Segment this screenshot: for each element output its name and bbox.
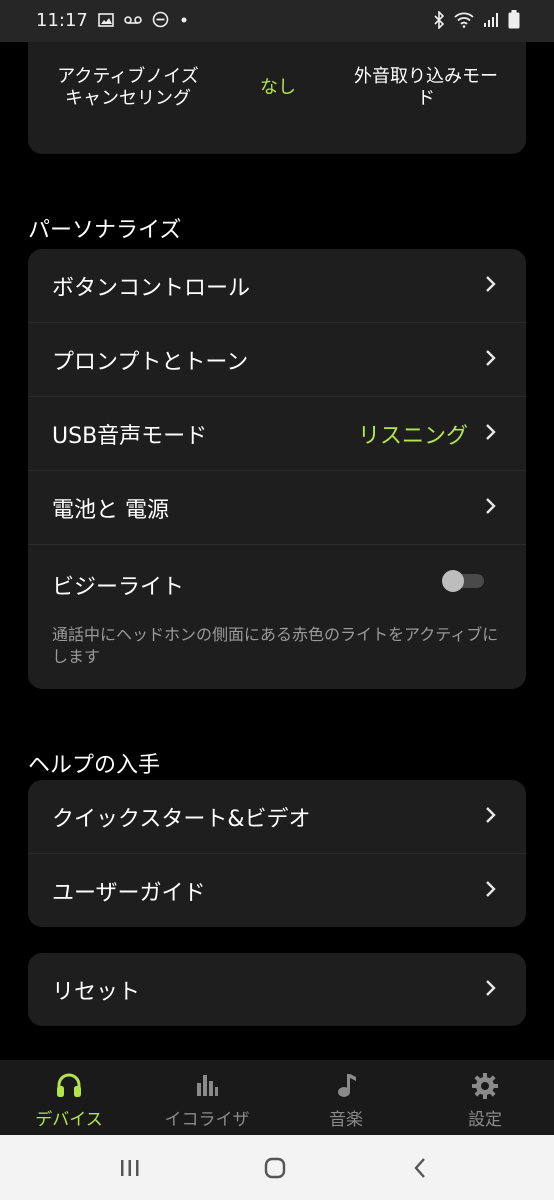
busy-light-description: 通話中にヘッドホンの側面にある赤色のライトをアクティブにします bbox=[52, 625, 499, 666]
tab-label: 設定 bbox=[468, 1110, 502, 1130]
home-button[interactable] bbox=[255, 1153, 295, 1183]
chevron-right-icon bbox=[484, 806, 496, 828]
chevron-right-icon bbox=[484, 880, 496, 902]
back-icon bbox=[414, 1158, 425, 1178]
chevron-right-icon bbox=[484, 497, 496, 519]
help-card: クイックスタート&ビデオ ユーザーガイド bbox=[28, 780, 526, 927]
button-control-row[interactable]: ボタンコントロール bbox=[28, 249, 526, 323]
personalize-card: ボタンコントロール プロンプトとトーン USB音声モード リスニング 電池と 電… bbox=[28, 249, 526, 689]
tab-label: デバイス bbox=[35, 1110, 103, 1130]
anc-option-label-line2: キャンセリング bbox=[65, 88, 191, 109]
row-label: リセット bbox=[52, 979, 141, 1005]
dot-icon bbox=[179, 15, 189, 25]
personalize-section-title: パーソナライズ bbox=[28, 218, 182, 243]
ambient-mode-label-line2: ド bbox=[417, 88, 435, 109]
battery-icon bbox=[508, 10, 520, 29]
tab-equalizer[interactable]: イコライザ bbox=[138, 1060, 276, 1135]
tab-music[interactable]: 音楽 bbox=[277, 1060, 415, 1135]
image-icon bbox=[98, 12, 114, 28]
home-icon bbox=[264, 1157, 286, 1179]
usb-audio-mode-value: リスニング bbox=[357, 423, 468, 449]
row-label: ボタンコントロール bbox=[52, 275, 251, 301]
battery-power-row[interactable]: 電池と 電源 bbox=[28, 471, 526, 545]
ambient-mode-option-button[interactable]: 外音取り込みモー ド bbox=[346, 66, 506, 110]
voicemail-icon bbox=[124, 13, 142, 27]
row-label: ユーザーガイド bbox=[52, 880, 206, 906]
music-note-icon bbox=[277, 1072, 415, 1098]
busy-light-toggle[interactable] bbox=[442, 570, 486, 592]
recent-apps-icon bbox=[121, 1160, 139, 1176]
chevron-right-icon bbox=[484, 979, 496, 1001]
gear-icon bbox=[416, 1072, 554, 1100]
prompts-tones-row[interactable]: プロンプトとトーン bbox=[28, 323, 526, 397]
quick-start-video-row[interactable]: クイックスタート&ビデオ bbox=[28, 780, 526, 854]
status-time: 11:17 bbox=[36, 10, 88, 31]
tab-label: 音楽 bbox=[329, 1110, 363, 1130]
reset-card: リセット bbox=[28, 953, 526, 1026]
user-guide-row[interactable]: ユーザーガイド bbox=[28, 854, 526, 927]
tab-device[interactable]: デバイス bbox=[0, 1060, 138, 1135]
back-button[interactable] bbox=[400, 1153, 440, 1183]
signal-icon bbox=[483, 12, 499, 28]
help-section-title: ヘルプの入手 bbox=[28, 753, 161, 778]
anc-option-label-line1: アクティブノイズ bbox=[57, 66, 199, 87]
anc-mode-card: アクティブノイズ キャンセリング なし 外音取り込みモー ド bbox=[28, 42, 526, 154]
chevron-right-icon bbox=[484, 349, 496, 371]
reset-row[interactable]: リセット bbox=[28, 953, 526, 1026]
bluetooth-icon bbox=[433, 10, 445, 29]
do-not-disturb-icon bbox=[152, 11, 169, 28]
row-label: クイックスタート&ビデオ bbox=[52, 806, 311, 832]
wifi-icon bbox=[454, 12, 474, 28]
tab-label: イコライザ bbox=[164, 1110, 250, 1130]
row-label: 電池と 電源 bbox=[52, 497, 169, 523]
busy-light-row: ビジーライト 通話中にヘッドホンの側面にある赤色のライトをアクティブにします bbox=[28, 545, 526, 689]
toggle-knob bbox=[442, 570, 464, 592]
none-option-button[interactable]: なし bbox=[238, 77, 318, 99]
main-content: アクティブノイズ キャンセリング なし 外音取り込みモー ド パーソナライズ ボ… bbox=[0, 42, 554, 1060]
anc-option-button[interactable]: アクティブノイズ キャンセリング bbox=[48, 66, 208, 110]
busy-light-label: ビジーライト bbox=[52, 575, 185, 600]
recent-apps-button[interactable] bbox=[110, 1153, 150, 1183]
chevron-right-icon bbox=[484, 423, 496, 445]
status-bar: 11:17 bbox=[0, 0, 554, 42]
none-option-label: なし bbox=[260, 77, 296, 98]
ambient-mode-label-line1: 外音取り込みモー bbox=[354, 66, 498, 87]
bottom-tab-bar: デバイス イコライザ 音楽 設定 bbox=[0, 1060, 554, 1135]
headphones-icon bbox=[0, 1072, 138, 1098]
row-label: USB音声モード bbox=[52, 423, 208, 449]
usb-audio-mode-row[interactable]: USB音声モード リスニング bbox=[28, 397, 526, 471]
equalizer-icon bbox=[138, 1072, 276, 1098]
tab-settings[interactable]: 設定 bbox=[416, 1060, 554, 1135]
chevron-right-icon bbox=[484, 275, 496, 297]
system-nav-bar bbox=[0, 1135, 554, 1200]
row-label: プロンプトとトーン bbox=[52, 349, 249, 375]
